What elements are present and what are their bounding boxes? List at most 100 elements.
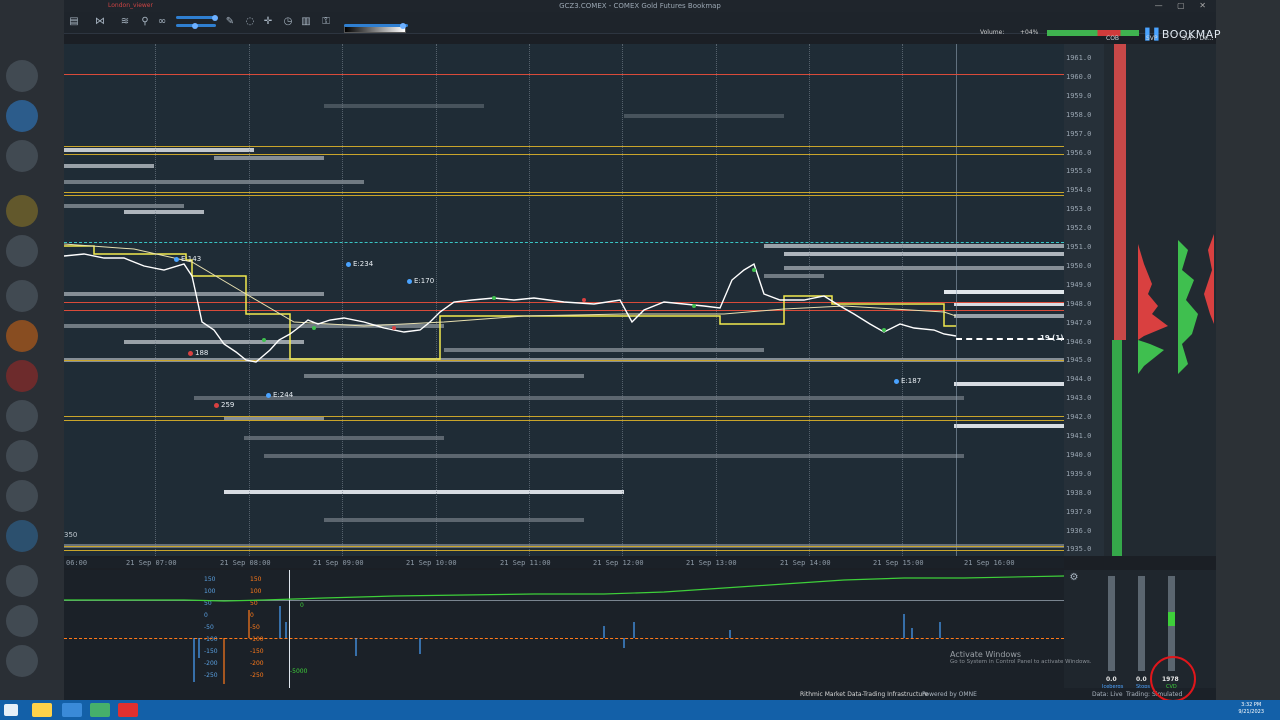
- gradient-slider[interactable]: [344, 22, 408, 29]
- chat-avatar[interactable]: [6, 195, 38, 227]
- svp-delta-sell: [1204, 234, 1214, 324]
- event-marker[interactable]: E:244: [266, 391, 293, 399]
- contrast-slider[interactable]: [176, 14, 218, 21]
- price-tick: 1944.0: [1066, 375, 1092, 384]
- cob-column: [1104, 44, 1138, 556]
- chat-avatar[interactable]: [6, 235, 38, 267]
- event-marker[interactable]: E:187: [894, 377, 921, 385]
- omne-label: Powered by OMNE: [922, 691, 977, 698]
- taskbar: 3:32 PM 9/21/2023: [0, 700, 1280, 720]
- chat-avatar[interactable]: [6, 280, 38, 312]
- volume-pct: +04%: [1020, 29, 1039, 36]
- price-tick: 1940.0: [1066, 450, 1092, 459]
- price-tick: 1948.0: [1066, 299, 1092, 308]
- data-status: Data: Live: [1092, 691, 1123, 698]
- event-marker[interactable]: E:143: [174, 255, 201, 263]
- cob-buy-bars: [1112, 340, 1122, 556]
- chat-avatar[interactable]: [6, 520, 38, 552]
- settings-icon[interactable]: ⚙: [1068, 572, 1080, 584]
- stops-value: 0.0: [1136, 676, 1147, 683]
- bookmap-task-icon[interactable]: [62, 703, 82, 717]
- time-axis[interactable]: 06:00 21 Sep 07:00 21 Sep 08:00 21 Sep 0…: [64, 558, 1064, 568]
- svp-buy-profile: [1138, 340, 1164, 374]
- chain-icon[interactable]: ∞: [156, 16, 168, 28]
- price-tick: 1938.0: [1066, 488, 1092, 497]
- price-tick: 1949.0: [1066, 280, 1092, 289]
- layers-icon[interactable]: ≋: [119, 16, 131, 28]
- price-tick: 1954.0: [1066, 186, 1092, 195]
- clock-icon[interactable]: ◷: [282, 16, 294, 28]
- left-app-sidebar: [0, 0, 64, 700]
- title-bar: London_viewer GCZ3.COMEX - COMEX Gold Fu…: [64, 0, 1216, 12]
- event-marker[interactable]: E:170: [407, 277, 434, 285]
- price-overlay: [64, 243, 957, 363]
- time-tick: 21 Sep 16:00: [964, 559, 1015, 567]
- window-title: GCZ3.COMEX - COMEX Gold Futures Bookmap: [559, 2, 721, 10]
- time-tick: 21 Sep 13:00: [686, 559, 737, 567]
- highlight-circle: [1150, 656, 1196, 702]
- chat-avatar[interactable]: [6, 565, 38, 597]
- price-tick: 1952.0: [1066, 224, 1092, 233]
- price-tick: 1958.0: [1066, 110, 1092, 119]
- chat-icon[interactable]: ◌: [244, 16, 256, 28]
- recorder-task-icon[interactable]: [118, 703, 138, 717]
- svp-header: SVP: [1146, 35, 1158, 42]
- price-tick: 1953.0: [1066, 205, 1092, 214]
- icebergs-value: 0.0: [1106, 676, 1117, 683]
- volume-dots: [262, 268, 886, 342]
- heatmap-chart[interactable]: E:143 E:234 E:170 E:244 E:187 188 259 35…: [64, 44, 1064, 556]
- start-icon[interactable]: [4, 704, 18, 716]
- chat-avatar[interactable]: [6, 400, 38, 432]
- app-task-icon[interactable]: [90, 703, 110, 717]
- window-controls[interactable]: — ▢ ✕: [1155, 0, 1212, 12]
- svp-delta-buy: [1178, 240, 1198, 374]
- sell-marker[interactable]: 188: [188, 349, 208, 357]
- price-tick: 1936.0: [1066, 526, 1092, 535]
- chat-avatar[interactable]: [6, 100, 38, 132]
- delta-spikes-orange: [223, 610, 250, 684]
- toolbar: ▤ ⋈ ≋ ⚲ ∞ ✎ ◌ ✛ ◷ ▥ ⚿ Volume: +04% ▐▐ BOO…: [64, 12, 1220, 41]
- volume-label: Volume:: [980, 29, 1005, 36]
- crosshair-icon[interactable]: ✛: [262, 16, 274, 28]
- time-tick: 21 Sep 12:00: [593, 559, 644, 567]
- price-tick: 1941.0: [1066, 432, 1092, 440]
- status-bar: Rithmic Market Data-Trading Infrastructu…: [64, 688, 1216, 700]
- time-tick: 21 Sep 10:00: [406, 559, 457, 567]
- volume-bar: [1047, 30, 1139, 36]
- price-tick: 1935.0: [1066, 545, 1092, 554]
- chat-avatar[interactable]: [6, 360, 38, 392]
- sell-marker[interactable]: 259: [214, 401, 234, 409]
- time-tick: 21 Sep 09:00: [313, 559, 364, 567]
- chat-avatar[interactable]: [6, 320, 38, 352]
- time-tick: 21 Sep 14:00: [780, 559, 831, 567]
- stops-gauge: [1138, 576, 1145, 671]
- cob-header: COB: [1106, 35, 1120, 42]
- link-icon[interactable]: ⚲: [139, 16, 151, 28]
- chat-avatar[interactable]: [6, 605, 38, 637]
- price-tick: 1955.0: [1066, 167, 1092, 176]
- price-tick: 1939.0: [1066, 469, 1092, 478]
- right-app-panel: [1216, 0, 1280, 700]
- price-tick: 1942.0: [1066, 413, 1092, 422]
- time-tick: 21 Sep 15:00: [873, 559, 924, 567]
- chat-avatar[interactable]: [6, 140, 38, 172]
- brightness-slider[interactable]: [176, 22, 216, 29]
- chat-avatar[interactable]: [6, 440, 38, 472]
- price-tick: 1950.0: [1066, 261, 1092, 270]
- lock-icon[interactable]: ⚿: [320, 16, 332, 28]
- svp-column: [1138, 44, 1216, 556]
- chat-avatar[interactable]: [6, 480, 38, 512]
- price-scale[interactable]: 1961.0 1960.0 1959.0 1958.0 1957.0 1956.0 1955…: [1064, 44, 1104, 556]
- file-explorer-icon[interactable]: [32, 703, 52, 717]
- chat-avatar[interactable]: [6, 645, 38, 677]
- share-icon[interactable]: ⋈: [94, 16, 106, 28]
- event-marker[interactable]: E:234: [346, 260, 373, 268]
- svp-sell-profile: [1138, 244, 1168, 340]
- chart-icon[interactable]: ▥: [300, 16, 312, 28]
- menu-icon[interactable]: ▤: [68, 16, 80, 28]
- pencil-icon[interactable]: ✎: [224, 16, 236, 28]
- price-tick: 1956.0: [1066, 148, 1092, 157]
- chat-avatar[interactable]: [6, 60, 38, 92]
- system-clock[interactable]: 3:32 PM 9/21/2023: [1238, 702, 1264, 716]
- indicator-panel[interactable]: 150 150 100 100 50 50 0 0 -50 -50 -100 -100 -150 -150…: [64, 570, 1064, 688]
